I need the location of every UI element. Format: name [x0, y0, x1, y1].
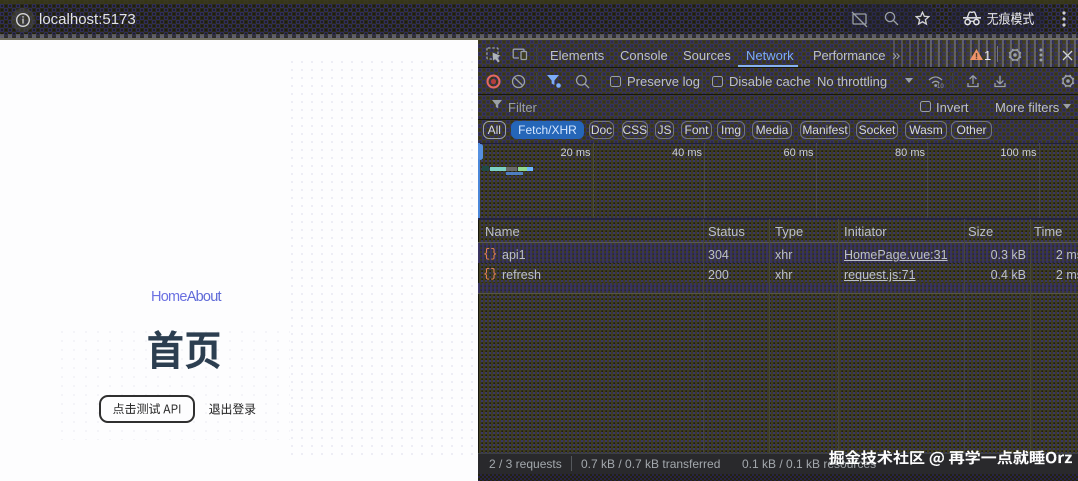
svg-text:10: 10 — [937, 84, 944, 88]
